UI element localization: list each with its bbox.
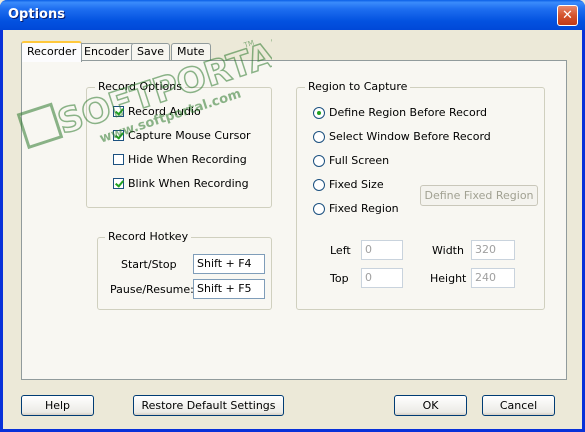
record-hotkey-group: Record Hotkey Start/Stop Shift + F4 Paus… xyxy=(97,230,272,310)
checkbox-box[interactable] xyxy=(113,130,124,141)
width-label: Width xyxy=(432,244,464,257)
record-options-title: Record Options xyxy=(95,80,185,93)
radio-fixed-region[interactable]: Fixed Region xyxy=(313,202,399,215)
checkbox-box[interactable] xyxy=(113,178,124,189)
checkbox-box[interactable] xyxy=(113,154,124,165)
title-bar[interactable]: Options ✕ xyxy=(0,0,585,30)
start-stop-hotkey-field[interactable]: Shift + F4 xyxy=(193,254,265,274)
tab-panel-recorder: Record Options Record Audio Capture Mous… xyxy=(21,60,567,380)
help-button[interactable]: Help xyxy=(21,395,94,416)
top-field[interactable]: 0 xyxy=(361,268,403,288)
left-label: Left xyxy=(330,244,351,257)
pause-resume-hotkey-field[interactable]: Shift + F5 xyxy=(193,279,265,299)
tab-encoder[interactable]: Encoder xyxy=(78,43,135,60)
cancel-button[interactable]: Cancel xyxy=(482,395,555,416)
radio-label: Full Screen xyxy=(329,154,390,167)
define-fixed-region-button[interactable]: Define Fixed Region xyxy=(420,185,538,206)
region-to-capture-title: Region to Capture xyxy=(305,80,411,93)
height-label: Height xyxy=(430,272,467,285)
radio-circle[interactable] xyxy=(313,202,325,215)
width-field[interactable]: 320 xyxy=(471,240,515,260)
record-options-group: Record Options Record Audio Capture Mous… xyxy=(86,80,272,208)
radio-circle[interactable] xyxy=(313,154,325,167)
radio-label: Fixed Region xyxy=(329,202,399,215)
checkbox-box[interactable] xyxy=(113,106,124,117)
close-icon: ✕ xyxy=(562,8,573,23)
radio-define-region-before-record[interactable]: Define Region Before Record xyxy=(313,106,487,119)
window-title: Options xyxy=(8,7,65,22)
close-button[interactable]: ✕ xyxy=(557,5,578,26)
radio-label: Select Window Before Record xyxy=(329,130,491,143)
pause-resume-label: Pause/Resume: xyxy=(110,283,194,296)
blink-when-recording-checkbox[interactable]: Blink When Recording xyxy=(113,177,249,190)
record-hotkey-title: Record Hotkey xyxy=(105,230,192,243)
checkbox-label: Capture Mouse Cursor xyxy=(128,129,251,142)
top-label: Top xyxy=(330,272,349,285)
radio-label: Fixed Size xyxy=(329,178,384,191)
radio-circle[interactable] xyxy=(313,130,325,143)
radio-full-screen[interactable]: Full Screen xyxy=(313,154,389,167)
ok-button[interactable]: OK xyxy=(394,395,467,416)
tab-save[interactable]: Save xyxy=(131,43,171,60)
record-audio-checkbox[interactable]: Record Audio xyxy=(113,105,201,118)
radio-fixed-size[interactable]: Fixed Size xyxy=(313,178,384,191)
tab-recorder[interactable]: Recorder xyxy=(21,41,83,62)
hide-when-recording-checkbox[interactable]: Hide When Recording xyxy=(113,153,247,166)
left-field[interactable]: 0 xyxy=(361,240,403,260)
capture-mouse-cursor-checkbox[interactable]: Capture Mouse Cursor xyxy=(113,129,251,142)
radio-circle[interactable] xyxy=(313,178,325,191)
radio-select-window-before-record[interactable]: Select Window Before Record xyxy=(313,130,491,143)
checkbox-label: Hide When Recording xyxy=(128,153,247,166)
checkbox-label: Record Audio xyxy=(128,105,201,118)
start-stop-label: Start/Stop xyxy=(121,258,177,271)
height-field[interactable]: 240 xyxy=(471,268,515,288)
tab-mute[interactable]: Mute xyxy=(171,43,211,60)
radio-circle[interactable] xyxy=(313,106,325,119)
region-to-capture-group: Region to Capture Define Region Before R… xyxy=(296,80,545,310)
checkbox-label: Blink When Recording xyxy=(128,177,249,190)
radio-label: Define Region Before Record xyxy=(329,106,488,119)
restore-default-settings-button[interactable]: Restore Default Settings xyxy=(133,395,284,416)
